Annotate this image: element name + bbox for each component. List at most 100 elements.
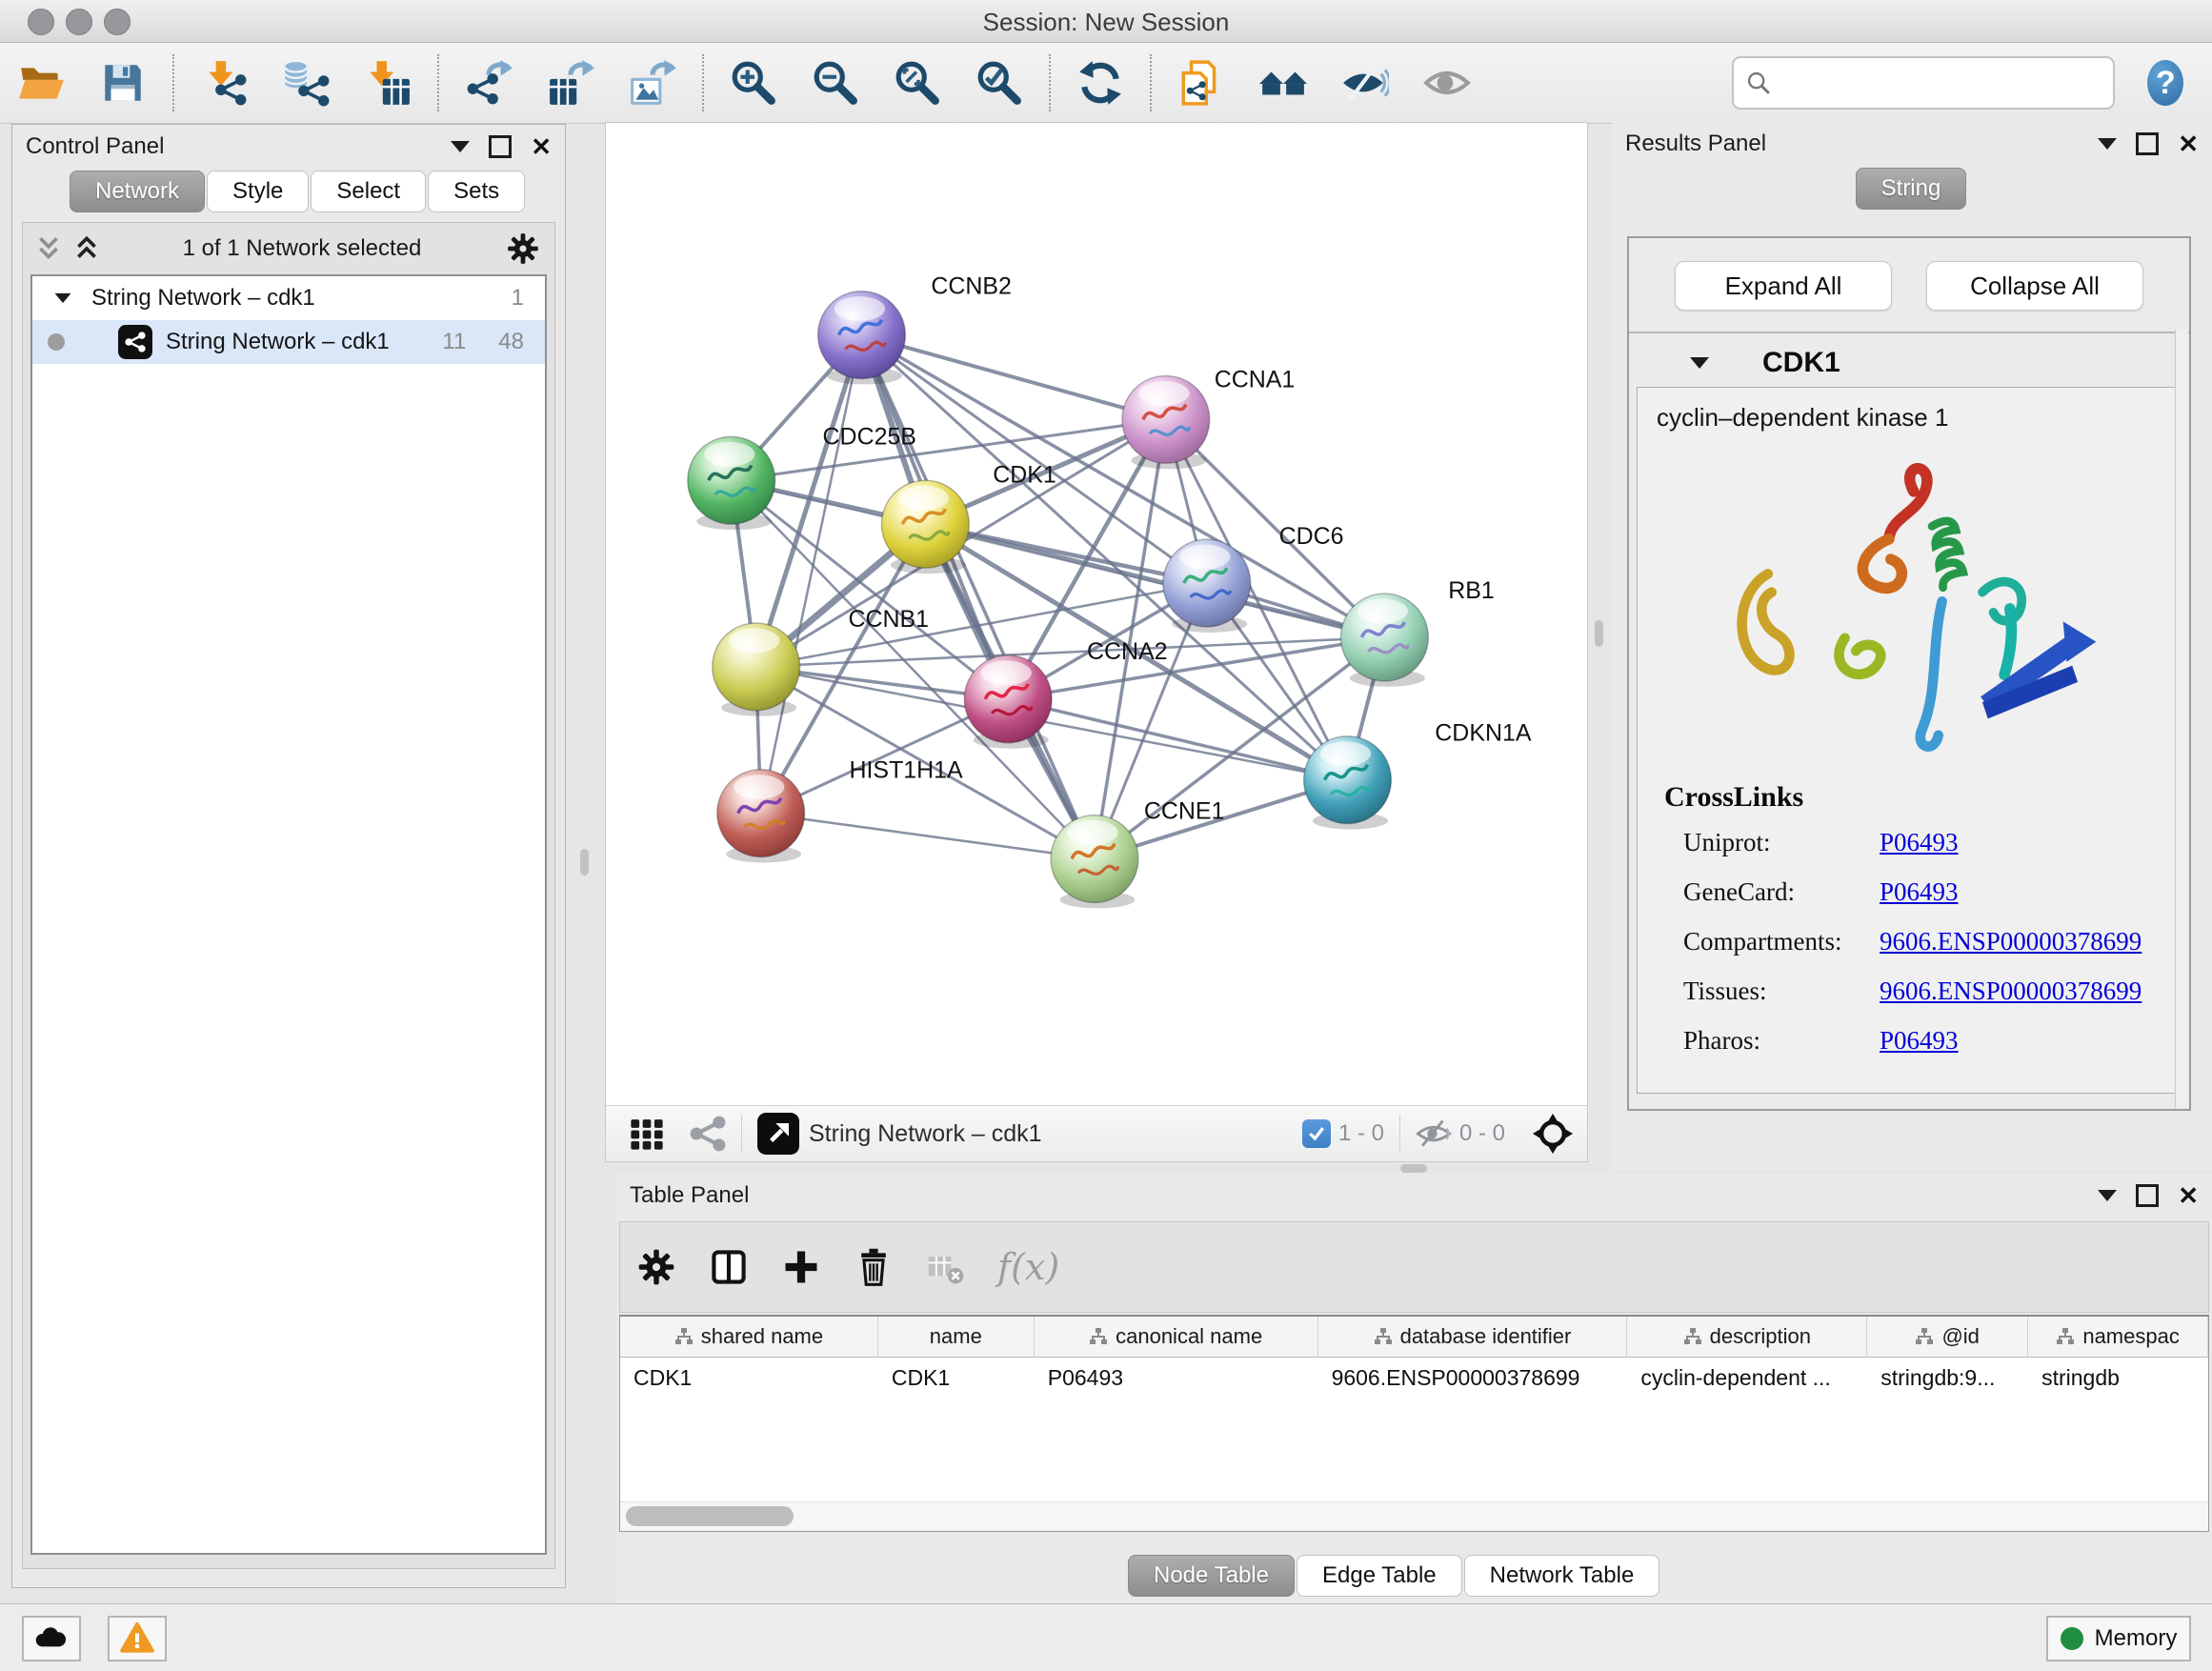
protein-details: cyclin–dependent kinase 1 [1637, 387, 2182, 1094]
fit-content-target-icon[interactable] [1532, 1113, 1574, 1155]
expand-all-button[interactable]: Expand All [1675, 261, 1892, 311]
graph-node-CCNE1[interactable]: CCNE1 [1051, 798, 1224, 909]
column-header-shared-name[interactable]: shared name [620, 1317, 878, 1357]
add-column-icon[interactable] [775, 1241, 827, 1293]
hscroll-thumb[interactable] [626, 1506, 794, 1526]
column-header-namespac[interactable]: namespac [2028, 1317, 2208, 1357]
table-cell[interactable]: CDK1 [878, 1358, 1035, 1398]
panel-close-icon[interactable]: ✕ [2178, 131, 2199, 156]
show-hide-panel-icon[interactable] [1422, 55, 1472, 111]
column-header--id[interactable]: @id [1867, 1317, 2028, 1357]
column-header-database-identifier[interactable]: database identifier [1318, 1317, 1628, 1357]
tab-select[interactable]: Select [311, 171, 426, 212]
selected-checkbox-icon[interactable] [1302, 1119, 1331, 1148]
tab-sets[interactable]: Sets [428, 171, 525, 212]
zoom-in-icon[interactable] [729, 55, 778, 111]
import-database-icon[interactable] [281, 55, 331, 111]
grid-view-icon[interactable] [627, 1114, 667, 1154]
tab-edge-table[interactable]: Edge Table [1297, 1555, 1462, 1597]
splitter-handle[interactable] [1400, 1164, 1427, 1173]
graph-node-CDKN1A[interactable]: CDKN1A [1304, 720, 1532, 830]
splitter-handle[interactable] [1595, 620, 1603, 647]
tab-string[interactable]: String [1856, 168, 1967, 210]
table-cell[interactable]: stringdb [2028, 1358, 2208, 1398]
export-table-icon[interactable] [546, 55, 595, 111]
panel-close-icon[interactable]: ✕ [2178, 1183, 2199, 1208]
table-row[interactable]: CDK1CDK1P064939606.ENSP00000378699cyclin… [620, 1358, 2208, 1398]
graph-edge[interactable] [756, 335, 862, 667]
delete-column-icon[interactable] [848, 1241, 899, 1293]
warnings-button[interactable] [108, 1616, 167, 1661]
splitter-handle[interactable] [580, 849, 589, 876]
graph-edge[interactable] [761, 335, 862, 814]
help-button[interactable]: ? [2147, 60, 2183, 106]
crosslinks-list: Uniprot:P06493GeneCard:P06493Compartment… [1683, 817, 2181, 1065]
column-header-canonical-name[interactable]: canonical name [1035, 1317, 1318, 1357]
panel-menu-icon[interactable] [451, 141, 470, 152]
search-box[interactable] [1732, 56, 2116, 110]
save-icon[interactable] [98, 55, 148, 111]
tree-expander-icon[interactable] [55, 293, 71, 303]
duplicate-network-icon[interactable] [1176, 55, 1226, 111]
collapse-all-icon[interactable] [36, 234, 61, 263]
panel-float-icon[interactable] [2136, 132, 2159, 155]
birdseye-view-icon[interactable] [757, 1113, 799, 1155]
open-icon[interactable] [16, 55, 66, 111]
tab-node-table[interactable]: Node Table [1128, 1555, 1295, 1597]
table-cell[interactable]: CDK1 [620, 1358, 878, 1398]
graph-node-RB1[interactable]: RB1 [1341, 577, 1495, 687]
crosslink-link[interactable]: 9606.ENSP00000378699 [1880, 976, 2142, 1006]
tab-style[interactable]: Style [207, 171, 309, 212]
network-share-icon[interactable] [690, 1116, 726, 1152]
panel-float-icon[interactable] [489, 135, 512, 158]
zoom-fit-icon[interactable] [893, 55, 942, 111]
network-canvas[interactable]: CCNB2CCNA1CDC25BCDK1CDC6RB1CCNB1CCNA2CDK… [606, 123, 1587, 1104]
tab-network-table[interactable]: Network Table [1464, 1555, 1660, 1597]
network-tree-root-row[interactable]: String Network – cdk1 1 [32, 276, 545, 320]
cloud-button[interactable] [22, 1616, 81, 1661]
table-cell[interactable]: cyclin-dependent ... [1627, 1358, 1867, 1398]
search-input[interactable] [1780, 69, 2114, 97]
column-header-name[interactable]: name [878, 1317, 1035, 1357]
graph-edge[interactable] [1008, 699, 1347, 780]
export-network-icon[interactable] [464, 55, 513, 111]
crosslink-link[interactable]: P06493 [1880, 1026, 1959, 1056]
delete-table-icon [920, 1241, 972, 1293]
table-cell[interactable]: 9606.ENSP00000378699 [1318, 1358, 1628, 1398]
expand-all-icon[interactable] [74, 234, 99, 263]
table-cell[interactable]: stringdb:9... [1867, 1358, 2028, 1398]
protein-section-expander-icon[interactable] [1690, 357, 1709, 369]
panel-float-icon[interactable] [2136, 1184, 2159, 1207]
column-header-description[interactable]: description [1627, 1317, 1867, 1357]
zoom-selected-icon[interactable] [975, 55, 1024, 111]
graph-edge[interactable] [761, 814, 1095, 859]
panel-menu-icon[interactable] [2098, 138, 2117, 150]
table-cell[interactable]: P06493 [1035, 1358, 1318, 1398]
panel-menu-icon[interactable] [2098, 1190, 2117, 1201]
refresh-icon[interactable] [1076, 55, 1125, 111]
import-table-icon[interactable] [363, 55, 412, 111]
zoom-out-icon[interactable] [811, 55, 860, 111]
graph-node-CCNA1[interactable]: CCNA1 [1122, 366, 1295, 469]
crosslink-link[interactable]: P06493 [1880, 877, 1959, 907]
memory-button[interactable]: Memory [2046, 1616, 2191, 1661]
crosslink-link[interactable]: P06493 [1880, 828, 1959, 857]
table-options-gear-icon[interactable] [631, 1241, 682, 1293]
import-network-icon[interactable] [199, 55, 249, 111]
graph-node-HIST1H1A[interactable]: HIST1H1A [717, 757, 963, 863]
results-scrollbar[interactable] [2175, 330, 2188, 1108]
crosslink-link[interactable]: 9606.ENSP00000378699 [1880, 927, 2142, 956]
collapse-all-button[interactable]: Collapse All [1926, 261, 2143, 311]
network-tree-item-row[interactable]: String Network – cdk1 11 48 [32, 320, 545, 364]
home-icon[interactable] [1258, 55, 1308, 111]
network-options-gear-icon[interactable] [505, 231, 541, 267]
hide-unhide-icon[interactable] [1340, 55, 1390, 111]
table-panel: Table Panel ✕ f(x) shared namenamecanoni… [616, 1174, 2212, 1603]
export-image-icon[interactable] [628, 55, 677, 111]
panel-close-icon[interactable]: ✕ [531, 134, 552, 159]
table-hscrollbar[interactable] [620, 1501, 2208, 1531]
show-columns-icon[interactable] [703, 1241, 754, 1293]
tab-network[interactable]: Network [70, 171, 205, 212]
toolbar-icons [0, 43, 1732, 123]
search-icon [1745, 70, 1772, 96]
